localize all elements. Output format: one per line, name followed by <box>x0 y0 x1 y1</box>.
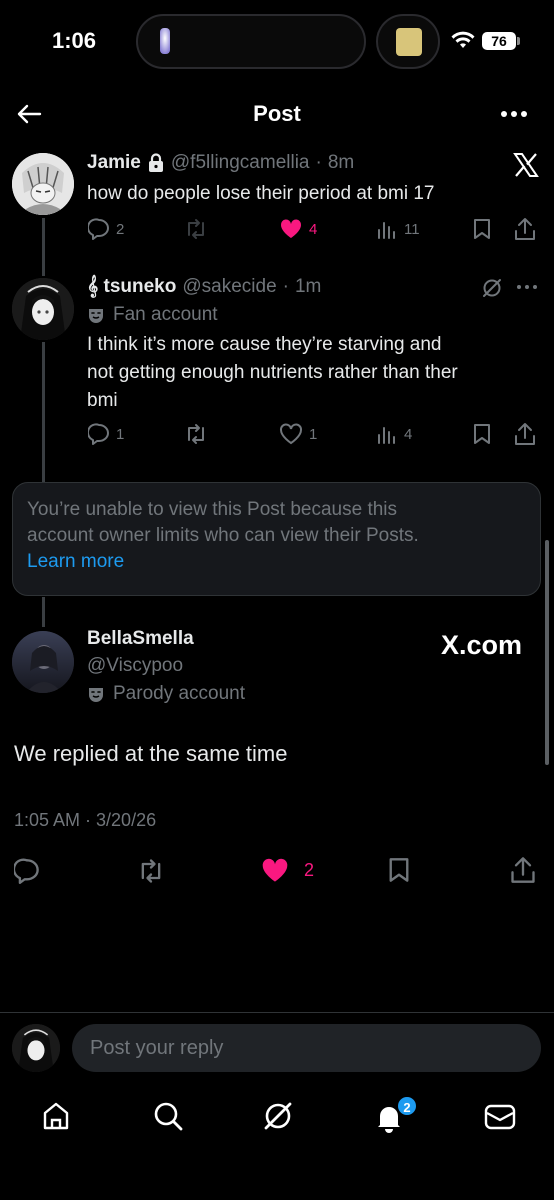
reply-count: 1 <box>116 425 125 443</box>
reply-icon <box>88 218 110 240</box>
post-header: Jamie @f5llingcamellia · 8m <box>87 152 354 174</box>
reply-count: 2 <box>116 220 125 238</box>
notice-text: You’re unable to view this Post because … <box>27 499 398 520</box>
reply-button[interactable]: 2 <box>88 218 124 240</box>
post-text: how do people lose their period at bmi 1… <box>87 183 435 204</box>
battery-nub <box>517 37 520 45</box>
live-activity <box>376 14 440 69</box>
reply-button[interactable]: 1 <box>88 423 124 445</box>
username[interactable]: @f5llingcamellia <box>171 152 310 174</box>
notice-text: account owner limits who can view their … <box>27 525 419 546</box>
thread-line <box>42 597 45 627</box>
grok-icon[interactable] <box>481 277 503 299</box>
repost-button[interactable] <box>184 423 208 445</box>
display-name[interactable]: Jamie <box>87 152 141 174</box>
dynamic-island <box>136 14 366 69</box>
like-count: 1 <box>309 425 318 443</box>
post-header: 𝄞 tsuneko @sakecide · 1m <box>87 276 321 298</box>
post-time: 8m <box>327 152 355 173</box>
scroll-indicator <box>545 540 549 765</box>
post-text: We replied at the same time <box>14 741 288 766</box>
home-icon[interactable] <box>41 1100 71 1132</box>
badge-label: Parody account <box>113 683 246 704</box>
search-icon[interactable] <box>152 1100 184 1132</box>
heart-icon <box>260 857 290 884</box>
post-timestamp: 1:05 AM · 3/20/26 <box>14 810 157 830</box>
reply-input[interactable]: Post your reply <box>72 1024 541 1072</box>
bookmark-icon[interactable] <box>472 423 492 445</box>
display-name[interactable]: BellaSmella <box>87 628 194 650</box>
like-count: 4 <box>309 220 318 238</box>
reply-icon[interactable] <box>14 858 40 884</box>
thread-line <box>42 342 45 482</box>
learn-more-link[interactable]: Learn more <box>27 549 526 575</box>
mask-icon <box>87 306 105 324</box>
heart-icon <box>279 218 303 240</box>
username[interactable]: @Viscypoo <box>87 655 183 677</box>
repost-icon[interactable] <box>137 858 165 884</box>
unavailable-post-notice: You’re unable to view this Post because … <box>12 482 541 596</box>
share-icon[interactable] <box>510 856 536 884</box>
lock-icon <box>147 153 165 173</box>
divider <box>0 1012 554 1013</box>
repost-button[interactable] <box>184 218 208 240</box>
flashlight-icon <box>158 26 172 56</box>
like-button[interactable]: 4 <box>279 218 317 240</box>
share-icon[interactable] <box>514 422 536 446</box>
views-icon <box>376 423 398 445</box>
avatar[interactable] <box>12 278 74 340</box>
separator-dot: · <box>282 276 289 297</box>
avatar[interactable] <box>12 631 74 693</box>
post-text-line: not getting enough nutrients rather than… <box>87 362 458 383</box>
views-count: 4 <box>404 425 413 443</box>
heart-icon <box>279 423 303 445</box>
messages-icon[interactable] <box>484 1103 516 1131</box>
repost-icon <box>184 218 208 240</box>
my-avatar <box>12 1024 60 1072</box>
username[interactable]: @sakecide <box>182 276 276 298</box>
more-icon[interactable] <box>500 110 528 118</box>
battery-level: 76 <box>482 32 516 50</box>
display-name[interactable]: 𝄞 tsuneko <box>87 276 176 298</box>
post-time: 1m <box>294 276 322 297</box>
avatar[interactable] <box>12 153 74 215</box>
badge-label: Fan account <box>113 304 218 325</box>
repost-icon <box>184 423 208 445</box>
share-icon[interactable] <box>514 217 536 241</box>
like-button[interactable]: 1 <box>279 423 317 445</box>
account-badge: Parody account <box>87 683 245 705</box>
mask-icon <box>87 685 105 703</box>
wifi-icon <box>451 31 475 49</box>
views-button[interactable]: 4 <box>376 423 412 445</box>
grok-icon[interactable] <box>262 1100 294 1132</box>
separator-dot: · <box>315 152 322 173</box>
thread-line <box>42 218 45 276</box>
post-text: I think it’s more cause they’re starving… <box>87 331 458 415</box>
like-count: 2 <box>304 860 315 880</box>
reply-icon <box>88 423 110 445</box>
status-time: 1:06 <box>52 28 97 53</box>
post-text-line: I think it’s more cause they’re starving… <box>87 334 442 355</box>
bookmark-icon[interactable] <box>387 857 411 883</box>
x-logo-icon <box>513 152 539 178</box>
more-icon[interactable] <box>516 284 538 290</box>
views-button[interactable]: 11 <box>376 218 420 240</box>
watermark: X.com <box>441 630 523 660</box>
views-count: 11 <box>404 220 420 238</box>
notifications-badge: 2 <box>396 1095 418 1117</box>
post-text-line: bmi <box>87 390 118 411</box>
views-icon <box>376 218 398 240</box>
page-title: Post <box>253 101 301 126</box>
like-button[interactable]: 2 <box>260 857 314 884</box>
account-badge: Fan account <box>87 304 218 326</box>
bookmark-icon[interactable] <box>472 218 492 240</box>
qr-code-icon <box>396 28 422 56</box>
